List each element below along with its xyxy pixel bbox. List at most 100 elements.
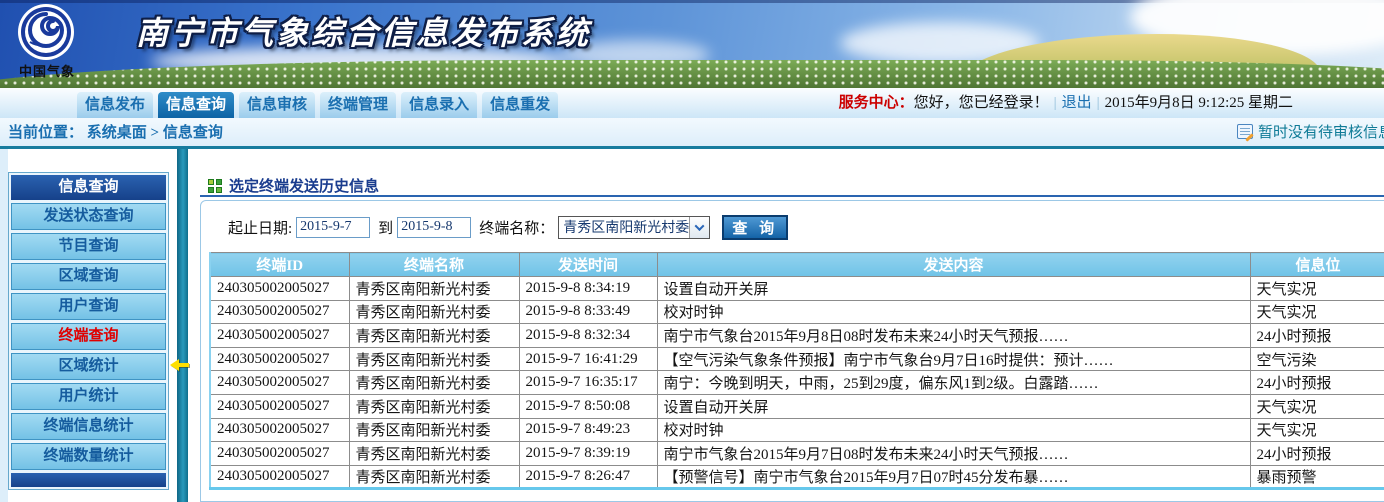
table-column-header: 信息位 <box>1250 253 1384 277</box>
sidebar-item[interactable]: 终端查询 <box>11 323 166 350</box>
cell-terminal-id: 240305002005027 <box>210 300 349 324</box>
cell-info-type: 24小时预报 <box>1250 371 1384 395</box>
cell-info-type: 天气实况 <box>1250 277 1384 301</box>
chevron-down-icon[interactable] <box>689 217 709 238</box>
cell-send-content: 南宁市气象台2015年9月7日08时发布未来24小时天气预报…… <box>657 442 1250 466</box>
search-button[interactable]: 查 询 <box>722 215 788 240</box>
cell-send-time: 2015-9-7 8:49:23 <box>519 418 657 442</box>
logout-link[interactable]: 退出 <box>1062 95 1092 111</box>
cell-send-time: 2015-9-8 8:32:34 <box>519 324 657 348</box>
banner: 中国气象 南宁市气象综合信息发布系统 <box>0 0 1384 88</box>
header-divider-line <box>0 146 1384 149</box>
cell-terminal-id: 240305002005027 <box>210 465 349 489</box>
cell-send-time: 2015-9-8 8:34:19 <box>519 277 657 301</box>
grid-icon <box>208 179 222 193</box>
sidebar-divider-bar[interactable] <box>177 149 188 502</box>
nav-tab[interactable]: 信息审核 <box>239 92 315 118</box>
cell-send-time: 2015-9-7 8:39:19 <box>519 442 657 466</box>
table-row[interactable]: 240305002005027 青秀区南阳新光村委 2015-9-7 16:35… <box>210 371 1384 395</box>
section-header: 选定终端发送历史信息 <box>208 175 379 196</box>
cell-send-time: 2015-9-8 8:33:49 <box>519 300 657 324</box>
notepad-pencil-icon <box>1237 124 1253 139</box>
breadcrumb: 当前位置： 系统桌面 > 信息查询 <box>8 121 223 142</box>
cell-info-type: 24小时预报 <box>1250 442 1384 466</box>
table-row[interactable]: 240305002005027 青秀区南阳新光村委 2015-9-7 8:49:… <box>210 418 1384 442</box>
to-label: 到 <box>378 217 393 238</box>
cell-terminal-id: 240305002005027 <box>210 442 349 466</box>
cell-terminal-id: 240305002005027 <box>210 347 349 371</box>
sidebar-item[interactable]: 用户统计 <box>11 383 166 410</box>
date-range-label: 起止日期: <box>228 217 292 238</box>
table-header-row: 终端ID终端名称发送时间发送内容信息位 <box>210 253 1384 277</box>
date-from-input[interactable] <box>296 217 370 238</box>
sidebar-item[interactable]: 区域查询 <box>11 263 166 290</box>
sidebar-header: 信息查询 <box>11 175 166 200</box>
query-form: 起止日期: 到 终端名称： 青秀区南阳新光村委 查 询 <box>228 214 788 240</box>
table-row[interactable]: 240305002005027 青秀区南阳新光村委 2015-9-8 8:34:… <box>210 277 1384 301</box>
table-column-header: 终端名称 <box>349 253 519 277</box>
cell-terminal-id: 240305002005027 <box>210 394 349 418</box>
separator: | <box>1097 95 1100 111</box>
sidebar-item[interactable]: 终端数量统计 <box>11 443 166 470</box>
cell-send-content: 设置自动开关屏 <box>657 277 1250 301</box>
nav-tab[interactable]: 信息发布 <box>77 92 153 118</box>
nav-tab[interactable]: 信息查询 <box>158 92 234 118</box>
terminal-select-value: 青秀区南阳新光村委 <box>559 217 689 237</box>
sidebar: 信息查询 发送状态查询节目查询区域查询用户查询终端查询区域统计用户统计终端信息统… <box>8 172 169 490</box>
cell-send-time: 2015-9-7 16:35:17 <box>519 371 657 395</box>
cell-send-content: 【预警信号】南宁市气象台2015年9月7日07时45分发布暴…… <box>657 465 1250 489</box>
nav-tab[interactable]: 信息录入 <box>401 92 477 118</box>
cell-terminal-name: 青秀区南阳新光村委 <box>349 371 519 395</box>
nav-tab[interactable]: 终端管理 <box>320 92 396 118</box>
cell-terminal-name: 青秀区南阳新光村委 <box>349 300 519 324</box>
cell-info-type: 天气实况 <box>1250 394 1384 418</box>
sidebar-item[interactable]: 发送状态查询 <box>11 203 166 230</box>
cell-terminal-id: 240305002005027 <box>210 371 349 395</box>
sidebar-item[interactable]: 终端信息统计 <box>11 413 166 440</box>
history-table-wrap: 终端ID终端名称发送时间发送内容信息位 240305002005027 青秀区南… <box>209 252 1384 490</box>
cell-send-content: 校对时钟 <box>657 418 1250 442</box>
table-row[interactable]: 240305002005027 青秀区南阳新光村委 2015-9-7 8:39:… <box>210 442 1384 466</box>
content-panel: 起止日期: 到 终端名称： 青秀区南阳新光村委 查 询 终端ID终端名称发送时间… <box>200 200 1384 502</box>
table-row[interactable]: 240305002005027 青秀区南阳新光村委 2015-9-8 8:33:… <box>210 300 1384 324</box>
separator: | <box>1054 95 1057 111</box>
sidebar-item[interactable]: 节目查询 <box>11 233 166 260</box>
cell-terminal-id: 240305002005027 <box>210 277 349 301</box>
table-row[interactable]: 240305002005027 青秀区南阳新光村委 2015-9-7 8:50:… <box>210 394 1384 418</box>
table-row[interactable]: 240305002005027 青秀区南阳新光村委 2015-9-8 8:32:… <box>210 324 1384 348</box>
cell-terminal-name: 青秀区南阳新光村委 <box>349 465 519 489</box>
table-column-header: 终端ID <box>210 253 349 277</box>
cell-terminal-id: 240305002005027 <box>210 324 349 348</box>
collapse-arrow-icon[interactable] <box>170 359 190 371</box>
table-column-header: 发送时间 <box>519 253 657 277</box>
cell-send-time: 2015-9-7 8:50:08 <box>519 394 657 418</box>
cell-terminal-name: 青秀区南阳新光村委 <box>349 277 519 301</box>
cell-info-type: 天气实况 <box>1250 300 1384 324</box>
cell-send-content: 南宁：今晚到明天，中雨，25到29度，偏东风1到2级。白露踏…… <box>657 371 1250 395</box>
cell-send-content: 【空气污染气象条件预报】南宁市气象台9月7日16时提供：预计…… <box>657 347 1250 371</box>
table-column-header: 发送内容 <box>657 253 1250 277</box>
breadcrumb-path[interactable]: 系统桌面 > 信息查询 <box>87 125 223 141</box>
sidebar-item[interactable]: 用户查询 <box>11 293 166 320</box>
cell-terminal-name: 青秀区南阳新光村委 <box>349 324 519 348</box>
terminal-name-label: 终端名称： <box>479 217 554 238</box>
terminal-select[interactable]: 青秀区南阳新光村委 <box>558 216 710 239</box>
table-row[interactable]: 240305002005027 青秀区南阳新光村委 2015-9-7 8:26:… <box>210 465 1384 489</box>
datetime-text: 2015年9月8日 9:12:25 星期二 <box>1105 95 1293 111</box>
table-row[interactable]: 240305002005027 青秀区南阳新光村委 2015-9-7 16:41… <box>210 347 1384 371</box>
nav-tab[interactable]: 信息重发 <box>482 92 558 118</box>
review-notice: 暂时没有待审核信息 <box>1237 121 1384 142</box>
cell-info-type: 24小时预报 <box>1250 324 1384 348</box>
date-to-input[interactable] <box>397 217 471 238</box>
service-center-bar: 服务中心：您好，您已经登录！|退出|2015年9月8日 9:12:25 星期二 <box>839 92 1293 114</box>
page-title: 南宁市气象综合信息发布系统 <box>136 8 591 54</box>
cell-send-content: 校对时钟 <box>657 300 1250 324</box>
cell-terminal-name: 青秀区南阳新光村委 <box>349 442 519 466</box>
cell-terminal-id: 240305002005027 <box>210 418 349 442</box>
nav-tabs: 信息发布信息查询信息审核终端管理信息录入信息重发 <box>77 92 558 118</box>
history-table: 终端ID终端名称发送时间发送内容信息位 240305002005027 青秀区南… <box>209 252 1384 490</box>
cell-terminal-name: 青秀区南阳新光村委 <box>349 347 519 371</box>
sidebar-item[interactable]: 区域统计 <box>11 353 166 380</box>
breadcrumb-label: 当前位置： <box>8 125 83 141</box>
cell-send-time: 2015-9-7 8:26:47 <box>519 465 657 489</box>
